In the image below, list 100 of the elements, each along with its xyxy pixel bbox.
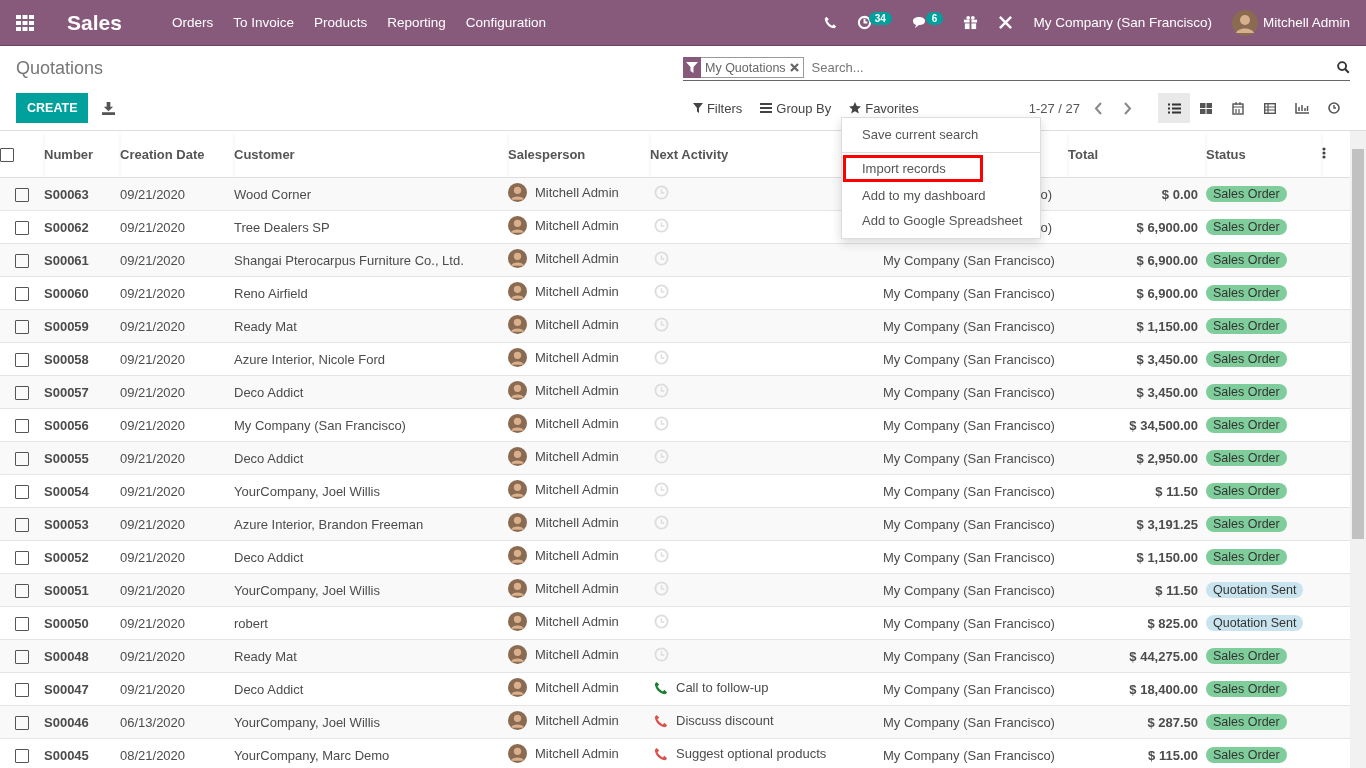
filter-icon [683, 56, 701, 78]
scrollbar[interactable] [1350, 131, 1366, 768]
customer-name: Deco Addict [234, 549, 304, 565]
remove-icon[interactable] [789, 63, 799, 72]
user-avatar [508, 579, 527, 598]
row-checkbox[interactable] [15, 682, 29, 697]
row-checkbox[interactable] [15, 517, 29, 532]
order-total: $ 2,950.00 [1136, 450, 1198, 466]
activity-summary: Suggest optional products [676, 746, 827, 762]
user-name[interactable]: Mitchell Admin [1262, 15, 1350, 30]
row-checkbox[interactable] [15, 418, 29, 433]
next-icon[interactable] [1123, 101, 1132, 115]
phone-icon[interactable] [823, 16, 837, 29]
download-icon[interactable] [102, 101, 116, 115]
previous-icon[interactable] [1094, 101, 1103, 115]
column-header[interactable]: Status [1206, 146, 1246, 162]
row-checkbox[interactable] [15, 649, 29, 664]
customer-name: Azure Interior, Nicole Ford [234, 351, 385, 367]
menu-item[interactable]: Products [303, 15, 378, 30]
row-checkbox[interactable] [15, 220, 29, 235]
order-number: S00050 [44, 615, 89, 631]
list-view-button[interactable] [1158, 93, 1190, 123]
phone-icon[interactable] [654, 746, 668, 761]
menu-item[interactable]: Add to Google Spreadsheet [842, 208, 1040, 233]
creation-date: 09/21/2020 [120, 582, 186, 598]
company-name: My Company (San Francisco) [883, 747, 1055, 763]
menu-item[interactable]: Orders [161, 15, 224, 30]
creation-date: 09/21/2020 [120, 252, 186, 268]
menu-item[interactable]: Add to my dashboard [842, 183, 1040, 208]
company-name: My Company (San Francisco) [883, 450, 1055, 466]
row-checkbox[interactable] [15, 583, 29, 598]
column-header[interactable]: Number [44, 146, 94, 162]
salesperson-name: Mitchell Admin [535, 647, 619, 662]
tools-icon[interactable] [998, 15, 1014, 30]
row-checkbox[interactable] [15, 451, 29, 466]
status-badge: Sales Order [1206, 681, 1287, 697]
column-header[interactable]: Next Activity [650, 146, 729, 162]
row-checkbox[interactable] [15, 352, 29, 367]
row-checkbox[interactable] [15, 748, 29, 763]
menu-item[interactable]: Configuration [455, 15, 557, 30]
row-checkbox[interactable] [15, 319, 29, 334]
creation-date: 09/21/2020 [120, 516, 186, 532]
menu-item[interactable]: To Invoice [223, 15, 304, 30]
row-checkbox[interactable] [15, 286, 29, 301]
select-all-checkbox[interactable] [0, 147, 14, 162]
page-title: Quotations [16, 57, 105, 79]
user-avatar [508, 711, 527, 730]
status-badge: Sales Order [1206, 417, 1287, 433]
order-number: S00048 [44, 648, 89, 664]
order-total: $ 6,900.00 [1136, 285, 1198, 301]
company-switcher[interactable]: My Company (San Francisco) [1033, 15, 1212, 30]
phone-icon[interactable] [654, 680, 668, 695]
salesperson-name: Mitchell Admin [535, 251, 619, 266]
search-field[interactable]: Search... [809, 59, 1331, 76]
user-avatar [508, 645, 527, 664]
column-header[interactable]: Total [1068, 146, 1099, 162]
status-badge: Sales Order [1206, 252, 1287, 268]
search-icon[interactable] [1337, 61, 1350, 74]
column-header[interactable]: Salesperson [508, 146, 586, 162]
phone-icon[interactable] [654, 713, 668, 728]
column-header[interactable]: Creation Date [120, 146, 205, 162]
salesperson-name: Mitchell Admin [535, 185, 619, 200]
column-header[interactable]: Customer [234, 146, 295, 162]
creation-date: 09/21/2020 [120, 549, 186, 565]
user-avatar [508, 348, 527, 367]
filter-icon [692, 103, 703, 113]
list-icon [760, 103, 773, 113]
row-checkbox[interactable] [15, 187, 29, 202]
row-checkbox[interactable] [15, 253, 29, 268]
gift-icon[interactable] [963, 15, 979, 30]
salesperson-name: Mitchell Admin [535, 449, 619, 464]
group-by-button[interactable]: Group By [760, 100, 832, 116]
salesperson-name: Mitchell Admin [535, 581, 619, 596]
user-avatar [508, 315, 527, 334]
favorites-button[interactable]: Favorites [849, 100, 919, 116]
row-checkbox[interactable] [15, 715, 29, 730]
menu-item[interactable]: Reporting [377, 15, 456, 30]
customer-name: Tree Dealers SP [234, 219, 330, 235]
order-total: $ 3,450.00 [1136, 384, 1198, 400]
row-checkbox[interactable] [15, 385, 29, 400]
filters-button[interactable]: Filters [692, 100, 743, 116]
creation-date: 09/21/2020 [120, 351, 186, 367]
user-avatar [508, 678, 527, 697]
status-badge: Quotation Sent [1206, 582, 1304, 598]
row-checkbox[interactable] [15, 484, 29, 499]
menu-item[interactable]: Import records [844, 156, 982, 181]
row-checkbox[interactable] [15, 616, 29, 631]
customer-name: Deco Addict [234, 681, 304, 697]
status-badge: Sales Order [1206, 714, 1287, 730]
menu-item[interactable]: Save current search [842, 122, 1040, 147]
row-checkbox[interactable] [15, 550, 29, 565]
order-number: S00046 [44, 714, 89, 730]
status-badge: Sales Order [1206, 648, 1287, 664]
apps-menu-icon[interactable] [16, 14, 34, 31]
more-icon[interactable] [1322, 146, 1326, 159]
scrollbar-thumb[interactable] [1352, 149, 1364, 539]
creation-date: 09/21/2020 [120, 318, 186, 334]
user-avatar [1231, 9, 1258, 36]
company-name: My Company (San Francisco) [883, 483, 1055, 499]
facet-label: My Quotations [705, 60, 786, 75]
